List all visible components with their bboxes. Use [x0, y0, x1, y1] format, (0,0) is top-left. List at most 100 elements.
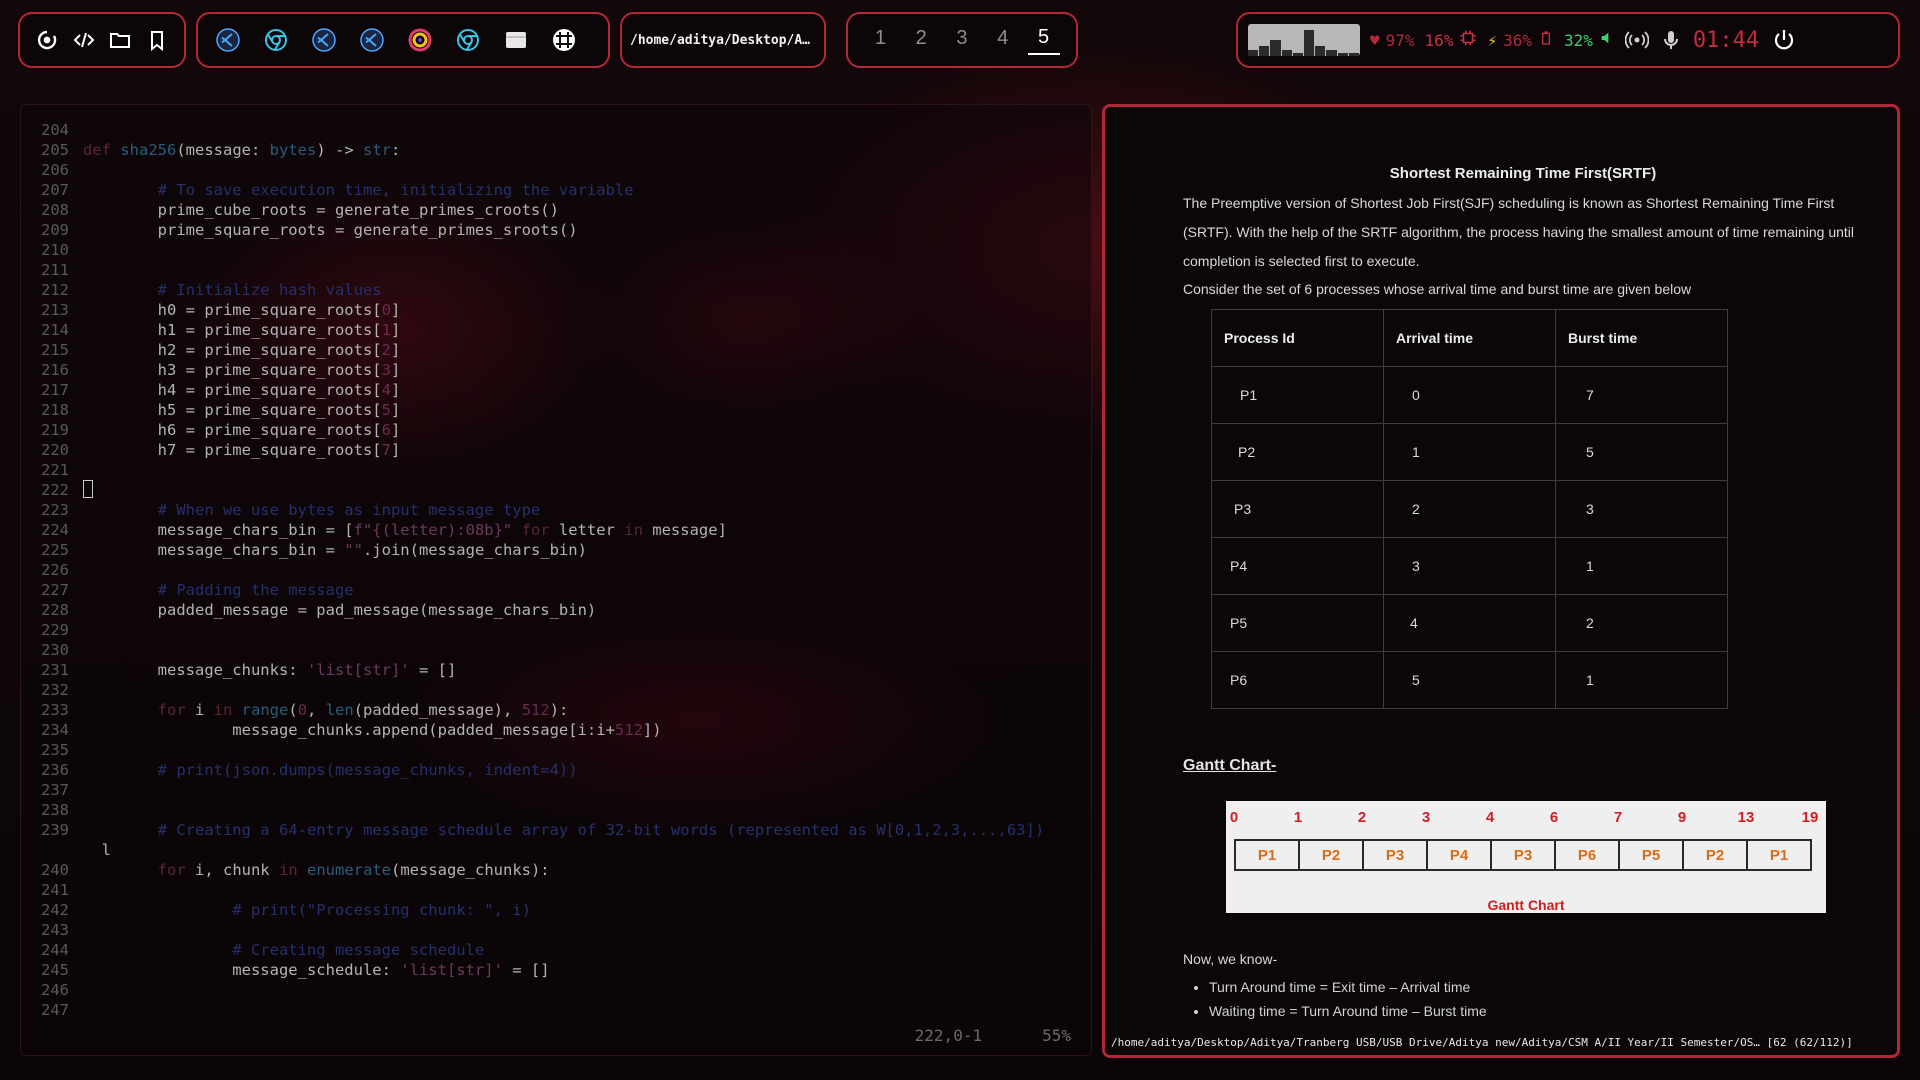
code-line[interactable]: 210	[29, 240, 1083, 260]
network-icon[interactable]	[1624, 22, 1649, 58]
line-text: h7 = prime_square_roots[7]	[83, 441, 401, 459]
cpu-stat[interactable]: 16%	[1425, 29, 1478, 51]
code-line[interactable]: 245 message_schedule: 'list[str]' = []	[29, 960, 1083, 980]
folder-icon[interactable]	[103, 22, 138, 58]
table-header-row: Process Id Arrival time Burst time	[1211, 309, 1728, 367]
code-line[interactable]: 215 h2 = prime_square_roots[2]	[29, 340, 1083, 360]
gantt-time-label: 3	[1421, 809, 1431, 826]
code-line[interactable]: 205 def sha256(message: bytes) -> str:	[29, 140, 1083, 160]
power-menu-icon[interactable]	[30, 22, 65, 58]
chrome-icon[interactable]	[258, 22, 294, 58]
code-line[interactable]: 240 for i, chunk in enumerate(message_ch…	[29, 860, 1083, 880]
code-line[interactable]: 225 message_chars_bin = "".join(message_…	[29, 540, 1083, 560]
code-line[interactable]: 229	[29, 620, 1083, 640]
code-line[interactable]: 223 # When we use bytes as input message…	[29, 500, 1083, 520]
formula-list: Turn Around time = Exit time – Arrival t…	[1183, 975, 1487, 1023]
power-icon[interactable]	[1769, 22, 1799, 58]
line-number: 224	[41, 521, 69, 539]
code-line[interactable]: 232	[29, 680, 1083, 700]
code-editor[interactable]: 204 205 def sha256(message: bytes) -> str:…	[20, 104, 1092, 1056]
notes-icon[interactable]	[498, 22, 534, 58]
workspace-2[interactable]: 2	[905, 27, 937, 54]
path-indicator[interactable]: /home/aditya/Desktop/A…	[620, 12, 826, 68]
code-line[interactable]: 247	[29, 1000, 1083, 1020]
code-line[interactable]: 224 message_chars_bin = [f"{(letter):08b…	[29, 520, 1083, 540]
line-number: 209	[41, 221, 69, 239]
code-line[interactable]: 228 padded_message = pad_message(message…	[29, 600, 1083, 620]
code-line[interactable]: 221	[29, 460, 1083, 480]
code-line[interactable]: 242 # print("Processing chunk: ", i)	[29, 900, 1083, 920]
code-line[interactable]: 216 h3 = prime_square_roots[3]	[29, 360, 1083, 380]
code-line[interactable]: 237	[29, 780, 1083, 800]
vscode-icon[interactable]	[354, 22, 390, 58]
code-line[interactable]: 243	[29, 920, 1083, 940]
column-header: Burst time	[1555, 309, 1728, 367]
code-line[interactable]: 230	[29, 640, 1083, 660]
workspace-3[interactable]: 3	[946, 27, 978, 54]
code-icon[interactable]	[67, 22, 102, 58]
grid-icon[interactable]	[546, 22, 582, 58]
code-line[interactable]: 236 # print(json.dumps(message_chunks, i…	[29, 760, 1083, 780]
workspace-4[interactable]: 4	[987, 27, 1019, 54]
table-row: P6 5 1	[1211, 651, 1728, 709]
code-line[interactable]: 235	[29, 740, 1083, 760]
code-line[interactable]: 244 # Creating message schedule	[29, 940, 1083, 960]
code-line[interactable]: 218 h5 = prime_square_roots[5]	[29, 400, 1083, 420]
code-line[interactable]: 214 h1 = prime_square_roots[1]	[29, 320, 1083, 340]
code-line[interactable]: 238	[29, 800, 1083, 820]
code-line[interactable]: l	[29, 840, 1083, 860]
chrome-icon[interactable]	[450, 22, 486, 58]
code-line[interactable]: 241	[29, 880, 1083, 900]
line-text: # When we use bytes as input message typ…	[83, 501, 541, 519]
line-number: 233	[41, 701, 69, 719]
code-line[interactable]: 222	[29, 480, 1083, 500]
scroll-percent: 55%	[1042, 1026, 1071, 1045]
code-line[interactable]: 231 message_chunks: 'list[str]' = []	[29, 660, 1083, 680]
gantt-time-label: 19	[1801, 809, 1819, 826]
line-text: h0 = prime_square_roots[0]	[83, 301, 401, 319]
code-line[interactable]: 246	[29, 980, 1083, 1000]
code-line[interactable]: 239 # Creating a 64-entry message schedu…	[29, 820, 1083, 840]
code-area[interactable]: 204 205 def sha256(message: bytes) -> str:…	[29, 120, 1083, 1020]
code-line[interactable]: 208 prime_cube_roots = generate_primes_c…	[29, 200, 1083, 220]
code-line[interactable]: 204	[29, 120, 1083, 140]
arrival-cell: 5	[1383, 651, 1556, 709]
code-line[interactable]: 206	[29, 160, 1083, 180]
code-line[interactable]: 219 h6 = prime_square_roots[6]	[29, 420, 1083, 440]
process-id-cell: P1	[1211, 366, 1384, 424]
gantt-caption: Gantt Chart	[1487, 897, 1565, 913]
document-viewer[interactable]: Shortest Remaining Time First(SRTF) The …	[1102, 104, 1900, 1058]
speaker-icon	[1599, 30, 1615, 50]
code-line[interactable]: 217 h4 = prime_square_roots[4]	[29, 380, 1083, 400]
vscode-icon[interactable]	[306, 22, 342, 58]
code-line[interactable]: 212 # Initialize hash values	[29, 280, 1083, 300]
bookmark-icon[interactable]	[140, 22, 175, 58]
code-line[interactable]: 213 h0 = prime_square_roots[0]	[29, 300, 1083, 320]
code-line[interactable]: 211	[29, 260, 1083, 280]
line-number: 208	[41, 201, 69, 219]
code-line[interactable]: 226	[29, 560, 1083, 580]
line-text: prime_cube_roots = generate_primes_croot…	[83, 201, 559, 219]
color-picker-icon[interactable]	[402, 22, 438, 58]
code-line[interactable]: 227 # Padding the message	[29, 580, 1083, 600]
workspace-1[interactable]: 1	[864, 27, 896, 54]
process-id-cell: P5	[1211, 594, 1384, 652]
code-line[interactable]: 233 for i in range(0, len(padded_message…	[29, 700, 1083, 720]
line-number: 237	[41, 781, 69, 799]
power-stat[interactable]: ⚡ 36%	[1487, 29, 1554, 51]
column-header: Arrival time	[1383, 309, 1556, 367]
line-number: 214	[41, 321, 69, 339]
gantt-chart-image: Gantt Chart 0 1 2 3 4 6 7 9 13 19 P1 P2 P3 P4 P3 P6 P5 P2…	[1226, 801, 1826, 913]
code-line[interactable]: 220 h7 = prime_square_roots[7]	[29, 440, 1083, 460]
gantt-time-label: 1	[1293, 809, 1303, 826]
workspace-5[interactable]: 5	[1027, 26, 1060, 55]
vscode-icon[interactable]	[210, 22, 246, 58]
battery-health-stat[interactable]: ♥ 97%	[1370, 31, 1415, 50]
code-line[interactable]: 209 prime_square_roots = generate_primes…	[29, 220, 1083, 240]
table-row: P2 1 5	[1211, 423, 1728, 481]
code-line[interactable]: 234 message_chunks.append(padded_message…	[29, 720, 1083, 740]
code-line[interactable]: 207 # To save execution time, initializi…	[29, 180, 1083, 200]
volume-stat[interactable]: 32%	[1564, 30, 1615, 50]
microphone-icon[interactable]	[1659, 22, 1683, 58]
process-id-cell: P3	[1211, 480, 1384, 538]
